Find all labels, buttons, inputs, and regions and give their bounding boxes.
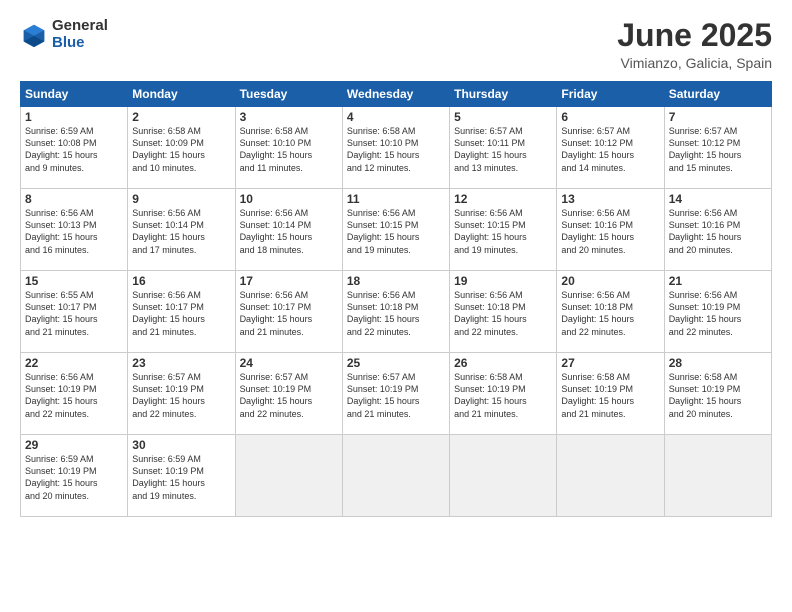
day-1: 1 Sunrise: 6:59 AMSunset: 10:08 PMDaylig… [21, 107, 128, 189]
logo-icon [20, 21, 48, 49]
day-26: 26 Sunrise: 6:58 AMSunset: 10:19 PMDayli… [450, 353, 557, 435]
day-9: 9 Sunrise: 6:56 AMSunset: 10:14 PMDaylig… [128, 189, 235, 271]
logo-text: General Blue [52, 18, 108, 51]
col-monday: Monday [128, 82, 235, 107]
day-3: 3 Sunrise: 6:58 AMSunset: 10:10 PMDaylig… [235, 107, 342, 189]
col-saturday: Saturday [664, 82, 771, 107]
day-17: 17 Sunrise: 6:56 AMSunset: 10:17 PMDayli… [235, 271, 342, 353]
day-18: 18 Sunrise: 6:56 AMSunset: 10:18 PMDayli… [342, 271, 449, 353]
day-30: 30 Sunrise: 6:59 AMSunset: 10:19 PMDayli… [128, 435, 235, 517]
page: General Blue June 2025 Vimianzo, Galicia… [0, 0, 792, 612]
logo-general-text: General [52, 18, 108, 35]
day-2: 2 Sunrise: 6:58 AMSunset: 10:09 PMDaylig… [128, 107, 235, 189]
day-19: 19 Sunrise: 6:56 AMSunset: 10:18 PMDayli… [450, 271, 557, 353]
day-12: 12 Sunrise: 6:56 AMSunset: 10:15 PMDayli… [450, 189, 557, 271]
day-25: 25 Sunrise: 6:57 AMSunset: 10:19 PMDayli… [342, 353, 449, 435]
empty-cell-4 [557, 435, 664, 517]
header: General Blue June 2025 Vimianzo, Galicia… [20, 18, 772, 71]
day-7: 7 Sunrise: 6:57 AMSunset: 10:12 PMDaylig… [664, 107, 771, 189]
day-16: 16 Sunrise: 6:56 AMSunset: 10:17 PMDayli… [128, 271, 235, 353]
day-6: 6 Sunrise: 6:57 AMSunset: 10:12 PMDaylig… [557, 107, 664, 189]
week-row-3: 15 Sunrise: 6:55 AMSunset: 10:17 PMDayli… [21, 271, 772, 353]
title-block: June 2025 Vimianzo, Galicia, Spain [617, 18, 772, 71]
col-thursday: Thursday [450, 82, 557, 107]
day-22: 22 Sunrise: 6:56 AMSunset: 10:19 PMDayli… [21, 353, 128, 435]
calendar-title: June 2025 [617, 18, 772, 53]
day-8: 8 Sunrise: 6:56 AMSunset: 10:13 PMDaylig… [21, 189, 128, 271]
day-29: 29 Sunrise: 6:59 AMSunset: 10:19 PMDayli… [21, 435, 128, 517]
header-row: Sunday Monday Tuesday Wednesday Thursday… [21, 82, 772, 107]
logo: General Blue [20, 18, 108, 51]
week-row-5: 29 Sunrise: 6:59 AMSunset: 10:19 PMDayli… [21, 435, 772, 517]
day-14: 14 Sunrise: 6:56 AMSunset: 10:16 PMDayli… [664, 189, 771, 271]
col-friday: Friday [557, 82, 664, 107]
col-wednesday: Wednesday [342, 82, 449, 107]
day-11: 11 Sunrise: 6:56 AMSunset: 10:15 PMDayli… [342, 189, 449, 271]
calendar-subtitle: Vimianzo, Galicia, Spain [617, 55, 772, 71]
day-27: 27 Sunrise: 6:58 AMSunset: 10:19 PMDayli… [557, 353, 664, 435]
week-row-1: 1 Sunrise: 6:59 AMSunset: 10:08 PMDaylig… [21, 107, 772, 189]
empty-cell-5 [664, 435, 771, 517]
day-20: 20 Sunrise: 6:56 AMSunset: 10:18 PMDayli… [557, 271, 664, 353]
logo-blue-text: Blue [52, 35, 108, 52]
day-15: 15 Sunrise: 6:55 AMSunset: 10:17 PMDayli… [21, 271, 128, 353]
day-24: 24 Sunrise: 6:57 AMSunset: 10:19 PMDayli… [235, 353, 342, 435]
day-5: 5 Sunrise: 6:57 AMSunset: 10:11 PMDaylig… [450, 107, 557, 189]
calendar-table: Sunday Monday Tuesday Wednesday Thursday… [20, 81, 772, 517]
empty-cell-1 [235, 435, 342, 517]
week-row-2: 8 Sunrise: 6:56 AMSunset: 10:13 PMDaylig… [21, 189, 772, 271]
empty-cell-3 [450, 435, 557, 517]
day-21: 21 Sunrise: 6:56 AMSunset: 10:19 PMDayli… [664, 271, 771, 353]
day-28: 28 Sunrise: 6:58 AMSunset: 10:19 PMDayli… [664, 353, 771, 435]
day-23: 23 Sunrise: 6:57 AMSunset: 10:19 PMDayli… [128, 353, 235, 435]
col-sunday: Sunday [21, 82, 128, 107]
day-13: 13 Sunrise: 6:56 AMSunset: 10:16 PMDayli… [557, 189, 664, 271]
col-tuesday: Tuesday [235, 82, 342, 107]
week-row-4: 22 Sunrise: 6:56 AMSunset: 10:19 PMDayli… [21, 353, 772, 435]
empty-cell-2 [342, 435, 449, 517]
day-4: 4 Sunrise: 6:58 AMSunset: 10:10 PMDaylig… [342, 107, 449, 189]
day-10: 10 Sunrise: 6:56 AMSunset: 10:14 PMDayli… [235, 189, 342, 271]
